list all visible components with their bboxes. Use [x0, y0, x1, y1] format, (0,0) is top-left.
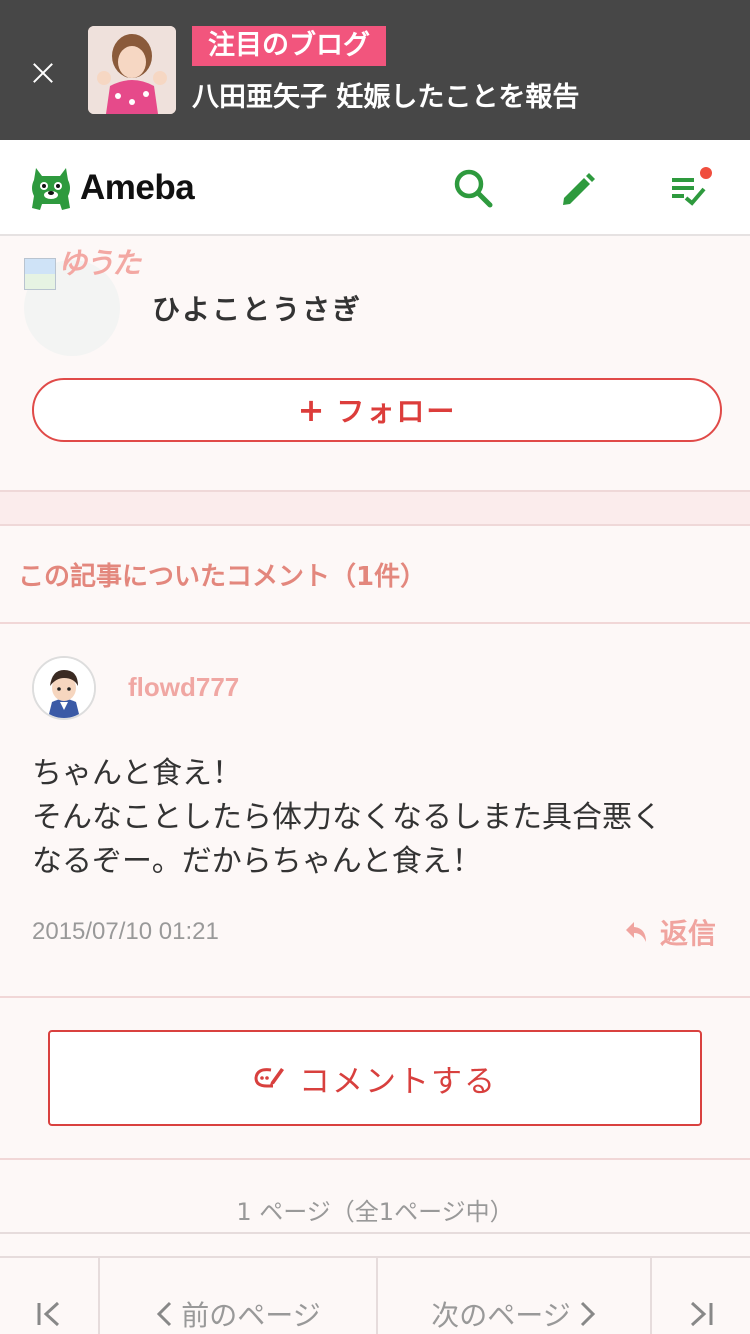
- blogger-name[interactable]: ひよことうさぎ: [152, 288, 362, 328]
- chevron-right-icon: [580, 1301, 595, 1327]
- plus-icon: +: [297, 391, 327, 429]
- comment-pen-icon: [254, 1068, 284, 1088]
- ameba-logo[interactable]: Ameba: [30, 160, 195, 216]
- next-page-button[interactable]: 次のページ: [378, 1258, 652, 1334]
- page-count-text: 1 ページ（全1ページ中）: [236, 1198, 514, 1226]
- prev-page-label: 前のページ: [181, 1299, 321, 1332]
- follow-label: フォロー: [336, 395, 457, 428]
- comment-date: 2015/07/10 01:21: [32, 918, 219, 945]
- reply-label: 返信: [660, 917, 717, 950]
- last-page-icon: [690, 1301, 713, 1327]
- close-icon[interactable]: [28, 58, 58, 88]
- comment-body: ちゃんと食え！ そんなことしたら体力なくなるしまた具合悪く なるぞー。だからちゃ…: [32, 752, 722, 884]
- commenter-name[interactable]: flowd777: [128, 672, 239, 703]
- blogger-profile: ゆうた ひよことうさぎ + フォロー: [0, 236, 750, 492]
- reply-icon: [626, 922, 646, 942]
- promo-thumbnail[interactable]: [88, 26, 176, 114]
- promo-banner[interactable]: 注目のブログ 八田亜矢子 妊娠したことを報告: [0, 0, 750, 140]
- follow-button[interactable]: + フォロー: [32, 378, 722, 442]
- promo-badge: 注目のブログ: [192, 26, 386, 66]
- notification-dot: [698, 165, 714, 181]
- commenter-avatar[interactable]: [32, 656, 96, 720]
- chevron-left-icon: [157, 1301, 172, 1327]
- page-count: 1 ページ（全1ページ中）: [0, 1160, 750, 1234]
- prev-page-button[interactable]: 前のページ: [100, 1258, 378, 1334]
- section-spacer: [0, 492, 750, 526]
- comment-line: なるぞー。だからちゃんと食え！: [32, 844, 482, 879]
- app-header: Ameba: [0, 140, 750, 236]
- pagination: 前のページ 次のページ: [0, 1256, 750, 1334]
- blog-logo-text: ゆうた: [58, 246, 141, 280]
- broken-image-icon: [24, 258, 56, 290]
- comments-heading: この記事についたコメント（1件）: [0, 526, 750, 624]
- pencil-icon[interactable]: [558, 168, 598, 208]
- first-page-button[interactable]: [0, 1258, 100, 1334]
- comments-title: この記事についたコメント（1件）: [18, 562, 427, 592]
- comment-line: そんなことしたら体力なくなるしまた具合悪く: [32, 800, 662, 835]
- comment-item: flowd777 ちゃんと食え！ そんなことしたら体力なくなるしまた具合悪く な…: [0, 624, 750, 998]
- comment-button-area: コメントする: [0, 998, 750, 1160]
- last-page-button[interactable]: [652, 1258, 750, 1334]
- first-page-icon: [37, 1301, 60, 1327]
- logo-text: Ameba: [80, 168, 195, 207]
- ameba-mascot-icon: [32, 168, 70, 210]
- search-icon[interactable]: [453, 168, 493, 208]
- comment-line: ちゃんと食え！: [32, 756, 242, 791]
- promo-headline[interactable]: 八田亜矢子 妊娠したことを報告: [192, 78, 579, 118]
- comment-button[interactable]: コメントする: [48, 1030, 702, 1126]
- comment-button-label: コメントする: [299, 1063, 497, 1100]
- reply-button[interactable]: 返信: [624, 912, 716, 952]
- next-page-label: 次のページ: [431, 1299, 571, 1332]
